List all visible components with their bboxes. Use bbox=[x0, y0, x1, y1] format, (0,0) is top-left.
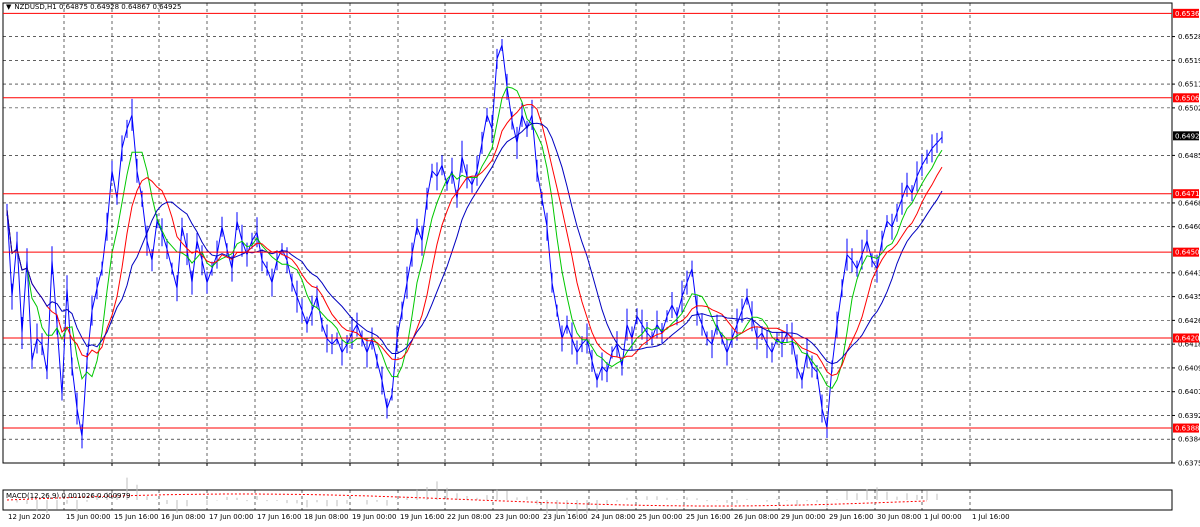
level-label: 0.65061 bbox=[1175, 94, 1200, 102]
price-tick-label: 0.64010 bbox=[1178, 388, 1200, 396]
time-axis-label: 23 Jun 00:00 bbox=[495, 513, 539, 521]
price-tick-label: 0.65025 bbox=[1178, 104, 1200, 112]
macd-header: MACD(12,26,9) 0.001026 0.000979 bbox=[6, 492, 131, 500]
chart-header: ▼ NZDUSD,H1 0.64875 0.64928 0.64867 0.649… bbox=[6, 3, 181, 11]
level-label: 0.63880 bbox=[1175, 425, 1200, 433]
main-plot-frame bbox=[2, 2, 1173, 464]
price-tick-label: 0.65195 bbox=[1178, 57, 1200, 65]
price-tick-label: 0.64095 bbox=[1178, 364, 1200, 372]
symbol-label: NZDUSD,H1 bbox=[14, 3, 57, 11]
price-tick-label: 0.63755 bbox=[1178, 460, 1200, 468]
time-axis-label: 12 Jun 2020 bbox=[8, 513, 50, 521]
level-label: 0.64202 bbox=[1175, 335, 1200, 343]
price-tick-label: 0.64350 bbox=[1178, 293, 1200, 301]
level-label: 0.65363 bbox=[1175, 10, 1200, 18]
time-axis-label: 24 Jun 08:00 bbox=[591, 513, 635, 521]
price-chart[interactable]: 0.65280 0.65195 0.65110 0.65025 0.64855 0.646… bbox=[0, 0, 1200, 527]
collapse-arrow-icon[interactable]: ▼ bbox=[6, 3, 11, 11]
ohlc-values: 0.64875 0.64928 0.64867 0.64925 bbox=[58, 3, 182, 11]
time-axis-label: 19 Jun 16:00 bbox=[400, 513, 444, 521]
price-tick-label: 0.64265 bbox=[1178, 317, 1200, 325]
time-axis-label: 26 Jun 08:00 bbox=[734, 513, 778, 521]
time-axis-label: 19 Jun 00:00 bbox=[352, 513, 396, 521]
price-tick-label: 0.63925 bbox=[1178, 412, 1200, 420]
current-price-label: 0.64925 bbox=[1175, 132, 1200, 140]
time-axis-label: 1 Jul 00:00 bbox=[924, 513, 962, 521]
time-axis-label: 29 Jun 16:00 bbox=[829, 513, 873, 521]
time-axis-label: 22 Jun 08:00 bbox=[447, 513, 491, 521]
price-tick-label: 0.64855 bbox=[1178, 152, 1200, 160]
time-axis-label: 15 Jun 16:00 bbox=[114, 513, 158, 521]
level-label: 0.64718 bbox=[1175, 190, 1200, 198]
time-axis-label: 1 Jul 16:00 bbox=[972, 513, 1010, 521]
time-axis-label: 29 Jun 00:00 bbox=[781, 513, 825, 521]
price-tick-label: 0.63840 bbox=[1178, 436, 1200, 444]
price-tick-label: 0.64685 bbox=[1178, 199, 1200, 207]
time-axis-label: 17 Jun 16:00 bbox=[257, 513, 301, 521]
time-axis-label: 30 Jun 08:00 bbox=[877, 513, 921, 521]
price-tick-label: 0.64435 bbox=[1178, 269, 1200, 277]
price-tick-label: 0.64600 bbox=[1178, 223, 1200, 231]
level-label: 0.64509 bbox=[1175, 249, 1200, 257]
price-tick-label: 0.65280 bbox=[1178, 33, 1200, 41]
time-axis-label: 25 Jun 00:00 bbox=[638, 513, 682, 521]
price-tick-label: 0.65110 bbox=[1178, 81, 1200, 89]
time-axis-label: 15 Jun 00:00 bbox=[66, 513, 110, 521]
time-axis-label: 16 Jun 08:00 bbox=[161, 513, 205, 521]
time-axis-label: 18 Jun 08:00 bbox=[304, 513, 348, 521]
time-axis-label: 23 Jun 16:00 bbox=[543, 513, 587, 521]
time-axis-label: 25 Jun 16:00 bbox=[686, 513, 730, 521]
time-axis-label: 17 Jun 00:00 bbox=[209, 513, 253, 521]
